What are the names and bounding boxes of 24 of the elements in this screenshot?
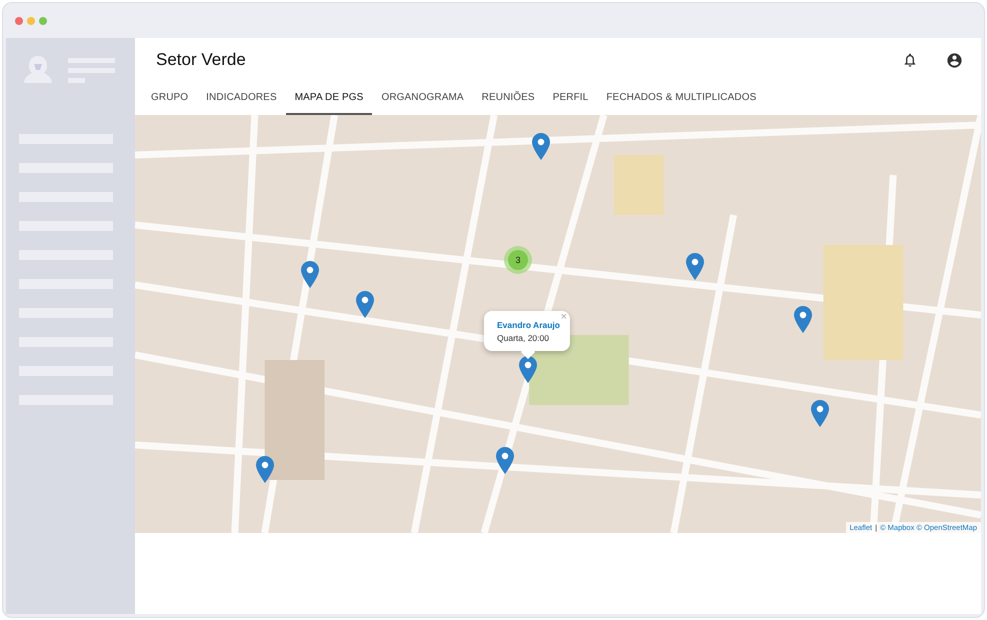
tab[interactable]: ORGANOGRAMA — [372, 82, 473, 115]
account-icon[interactable] — [946, 52, 963, 68]
avatar-icon — [22, 54, 54, 86]
minimize-dot[interactable] — [27, 16, 35, 24]
map-pin-icon[interactable] — [301, 261, 319, 288]
cluster-marker[interactable]: 3 — [508, 250, 528, 270]
bell-icon[interactable] — [902, 52, 918, 68]
map-pin-icon[interactable] — [519, 356, 537, 383]
map-pin-icon[interactable] — [256, 456, 274, 483]
tab[interactable]: INDICADORES — [197, 82, 286, 115]
popup-time: Quarta, 20:00 — [497, 332, 550, 342]
page-title: Setor Verde — [156, 50, 246, 70]
map-pin-icon[interactable] — [811, 400, 829, 427]
map-pin-icon[interactable] — [686, 253, 704, 280]
tab[interactable]: PERFIL — [544, 82, 598, 115]
close-dot[interactable] — [15, 16, 23, 24]
maximize-dot[interactable] — [39, 16, 47, 24]
tab[interactable]: REUNIÕES — [472, 82, 544, 115]
map-pin-icon[interactable] — [794, 306, 812, 333]
map-pin-icon[interactable] — [496, 447, 514, 474]
map-pin-icon[interactable] — [532, 133, 550, 160]
tab[interactable]: GRUPO — [142, 82, 198, 115]
map-pin-icon[interactable] — [356, 291, 374, 318]
tab[interactable]: FECHADOS & MULTIPLICADOS — [597, 82, 766, 115]
